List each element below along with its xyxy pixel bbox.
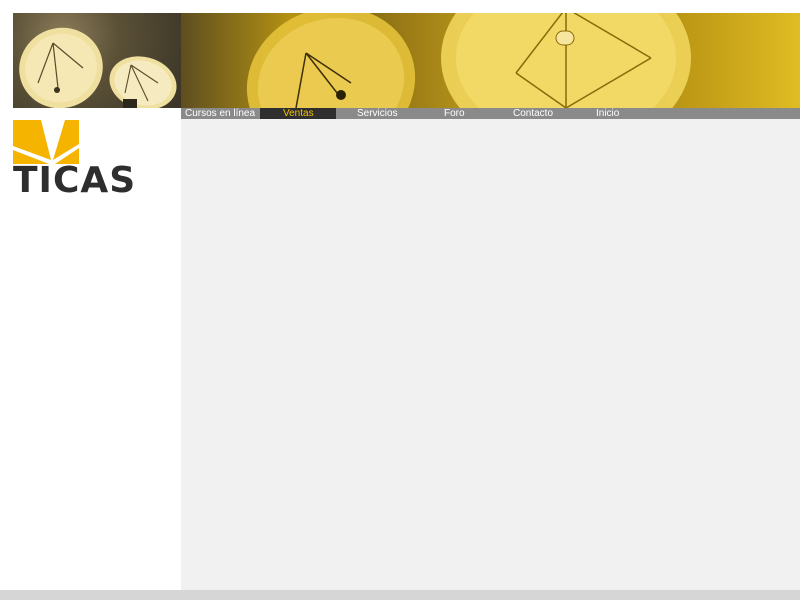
nav-item-contacto[interactable]: Contacto xyxy=(513,108,573,119)
nav-item-ventas[interactable]: Ventas xyxy=(260,108,336,119)
nav-item-servicios[interactable]: Servicios xyxy=(357,108,417,119)
nav-item-cursos-en-linea[interactable]: Cursos en línea xyxy=(183,108,263,119)
satellite-dish-icon xyxy=(246,13,691,108)
logo-text: TICAS xyxy=(13,160,137,201)
nav-item-foro[interactable]: Foro xyxy=(444,108,484,119)
ticas-logo[interactable]: TICAS xyxy=(13,120,141,201)
nav-item-inicio[interactable]: Inicio xyxy=(596,108,636,119)
satellite-dish-icon xyxy=(19,27,177,108)
satellite-dish-photo-left xyxy=(13,13,181,108)
main-nav: Cursos en línea Ventas Servicios Foro Co… xyxy=(181,108,800,119)
header-banner xyxy=(13,13,800,108)
satellite-dish-photo-right xyxy=(181,13,800,108)
footer-bar xyxy=(0,590,800,600)
main-content-area xyxy=(181,119,800,590)
